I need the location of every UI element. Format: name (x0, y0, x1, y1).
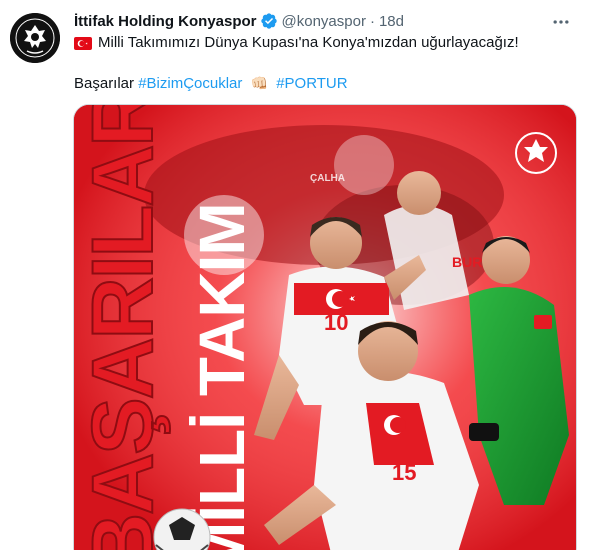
jersey-number-2: 15 (392, 460, 416, 485)
tweet-card[interactable]: İttifak Holding Konyaspor @konyaspor · 1… (0, 0, 591, 550)
user-handle[interactable]: @konyaspor (282, 13, 366, 30)
tweet-media-image[interactable]: BAŞARILAR MİLLİ TAKIM BURA ÇALHA 10 15 (73, 104, 577, 550)
jersey-number-1: 10 (324, 310, 348, 335)
more-options-icon (553, 20, 569, 24)
fist-emoji-icon: 👊🏻 (250, 75, 269, 91)
tweet-text-prefix: Başarılar (74, 75, 135, 92)
tweet-header: İttifak Holding Konyaspor @konyaspor · 1… (74, 11, 404, 31)
tweet-text: Milli Takımımızı Dünya Kupası'na Konya'm… (98, 34, 519, 51)
hashtag-link[interactable]: #PORTUR (276, 75, 347, 92)
separator-dot: · (369, 12, 375, 30)
vertical-text-left: BAŞARILAR (75, 105, 171, 550)
turkish-flag-icon (74, 36, 92, 50)
konyaspor-logo-icon (10, 13, 60, 63)
player-name-back2: ÇALHA (310, 173, 345, 184)
national-team-poster: BAŞARILAR MİLLİ TAKIM BURA ÇALHA 10 15 (74, 105, 576, 550)
tweet-text-line1: Milli Takımımızı Dünya Kupası'na Konya'm… (74, 33, 519, 53)
more-options-button[interactable] (549, 10, 573, 34)
verified-badge-icon (260, 13, 277, 29)
tweet-text-line2: Başarılar #BizimÇocuklar 👊🏻 #PORTUR (74, 73, 348, 94)
hashtag-link[interactable]: #BizimÇocuklar (138, 75, 242, 92)
display-name[interactable]: İttifak Holding Konyaspor (74, 13, 257, 30)
profile-avatar[interactable] (10, 13, 60, 63)
timestamp[interactable]: 18d (379, 13, 404, 30)
vertical-text-right: MİLLİ TAKIM (186, 203, 258, 550)
